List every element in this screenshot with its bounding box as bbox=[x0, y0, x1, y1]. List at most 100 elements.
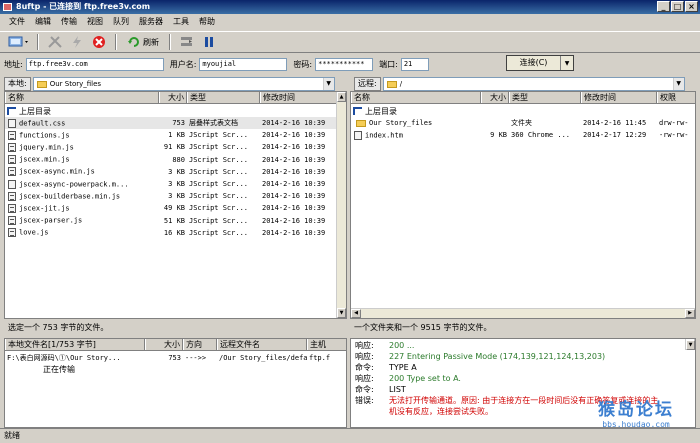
col-type[interactable]: 类型 bbox=[509, 92, 581, 103]
remote-path-label: 远程: bbox=[354, 77, 381, 91]
minimize-button[interactable]: _ bbox=[657, 1, 670, 12]
menu-file[interactable]: 文件 bbox=[4, 14, 30, 30]
file-name-cell: jquery.min.js bbox=[5, 142, 159, 152]
col-perm[interactable]: 权限 bbox=[657, 92, 695, 103]
local-path-label: 本地: bbox=[4, 77, 31, 91]
parent-dir-row[interactable]: 上层目录 bbox=[5, 105, 337, 117]
chevron-down-icon[interactable]: ▼ bbox=[322, 78, 334, 90]
menu-help[interactable]: 帮助 bbox=[194, 14, 220, 30]
col-name[interactable]: 名称 bbox=[5, 92, 159, 103]
file-type: JScript Scr... bbox=[189, 180, 249, 188]
disconnect-icon bbox=[48, 36, 62, 48]
file-date: 2014-2-16 10:39 bbox=[262, 204, 326, 213]
queue-col-host[interactable]: 主机 bbox=[307, 339, 346, 350]
file-name-cell: jscex-jit.js bbox=[5, 203, 159, 213]
remote-path-bar: 远程: / ▼ bbox=[354, 76, 696, 92]
file-date: 2014-2-16 10:39 bbox=[262, 216, 326, 225]
col-type[interactable]: 类型 bbox=[187, 92, 260, 103]
table-row[interactable]: default.css 753 层叠样式表文档 2014-2-16 10:39 bbox=[5, 117, 337, 129]
menu-edit[interactable]: 编辑 bbox=[30, 14, 56, 30]
local-file-list[interactable]: 名称 大小 类型 修改时间 上层目录 default.css 753 层叠样式表文档… bbox=[4, 91, 347, 319]
parent-dir-row[interactable]: 上层目录 bbox=[351, 105, 695, 117]
col-date[interactable]: 修改时间 bbox=[260, 92, 337, 103]
scroll-down-icon[interactable]: ▼ bbox=[337, 308, 346, 318]
local-vertical-scrollbar[interactable]: ▲ ▼ bbox=[336, 92, 346, 318]
col-size[interactable]: 大小 bbox=[481, 92, 509, 103]
file-name: jscex-async.min.js bbox=[19, 167, 95, 176]
scroll-left-icon[interactable]: ◀ bbox=[351, 309, 361, 318]
file-size: 880 bbox=[172, 155, 185, 164]
address-label: 地址: bbox=[4, 59, 23, 69]
file-name-cell: jscex-async-powerpack.m... bbox=[5, 179, 159, 189]
log-kind: 命令: bbox=[355, 385, 374, 394]
queue-item-state: 正在传输 bbox=[43, 364, 75, 374]
file-icon bbox=[8, 228, 16, 238]
file-name-cell: love.js bbox=[5, 228, 159, 238]
file-type: 文件夹 bbox=[511, 119, 532, 127]
menu-queue[interactable]: 队列 bbox=[108, 14, 134, 30]
table-row[interactable]: jscex-async.min.js 3 KB JScript Scr... 2014… bbox=[5, 166, 337, 178]
menu-tools[interactable]: 工具 bbox=[168, 14, 194, 30]
queue-col-size[interactable]: 大小 bbox=[145, 339, 183, 350]
disconnect-button[interactable] bbox=[46, 33, 64, 51]
file-date: 2014-2-16 10:39 bbox=[262, 192, 326, 201]
log-line: 响应: 227 Entering Passive Mode (174,139,12… bbox=[353, 351, 695, 362]
scroll-up-icon[interactable]: ▲ bbox=[337, 92, 346, 102]
table-row[interactable]: index.htm 9 KB 360 Chrome ... 2014-2-17 12:… bbox=[351, 129, 695, 141]
transfer-mode-button[interactable] bbox=[178, 33, 196, 51]
table-row[interactable]: Our Story_files 文件夹 2014-2-16 11:45 drw-rw- bbox=[351, 117, 695, 129]
col-size[interactable]: 大小 bbox=[159, 92, 187, 103]
table-row[interactable]: jscex-jit.js 49 KB JScript Scr... 2014-2-16… bbox=[5, 202, 337, 214]
transfer-queue[interactable]: 本地文件名[1/753 字节] 大小 方向 远程文件名 主机 F:\表白网源码\… bbox=[4, 338, 347, 428]
menu-server[interactable]: 服务器 bbox=[134, 14, 168, 30]
file-icon bbox=[8, 118, 16, 128]
connect-button[interactable]: 连接(C) ▼ bbox=[506, 55, 574, 71]
log-kind: 响应: bbox=[355, 374, 374, 383]
window-title: 8uftp - 已连接到 ftp.free3v.com bbox=[16, 2, 151, 11]
file-date: 2014-2-16 11:45 bbox=[583, 119, 647, 127]
menu-transfer[interactable]: 传输 bbox=[56, 14, 82, 30]
password-input[interactable]: *********** bbox=[315, 57, 374, 71]
col-date[interactable]: 修改时间 bbox=[581, 92, 657, 103]
scroll-right-icon[interactable]: ▶ bbox=[685, 309, 695, 318]
local-path-combo[interactable]: Our Story_files ▼ bbox=[32, 77, 335, 91]
chevron-down-icon[interactable]: ▼ bbox=[672, 78, 684, 90]
table-row[interactable]: jscex-parser.js 51 KB JScript Scr... 2014-2… bbox=[5, 215, 337, 227]
scroll-down-icon[interactable]: ▼ bbox=[686, 340, 695, 350]
up-arrow-icon bbox=[353, 107, 362, 115]
menu-view[interactable]: 视图 bbox=[82, 14, 108, 30]
file-name: index.htm bbox=[365, 131, 403, 140]
quick-connect-button[interactable] bbox=[68, 33, 86, 51]
address-input[interactable]: ftp.free3v.com bbox=[25, 57, 164, 71]
table-row[interactable]: love.js 16 KB JScript Scr... 2014-2-16 10:3… bbox=[5, 227, 337, 239]
stop-button[interactable] bbox=[90, 33, 108, 51]
remote-horizontal-scrollbar[interactable]: ◀ ▶ bbox=[351, 308, 695, 318]
file-type: JScript Scr... bbox=[189, 167, 249, 176]
queue-col-local[interactable]: 本地文件名[1/753 字节] bbox=[5, 339, 145, 350]
pause-button[interactable] bbox=[200, 33, 218, 51]
log-vertical-scrollbar[interactable]: ▲▼ bbox=[685, 339, 695, 350]
table-row[interactable]: jscex-async-powerpack.m... 3 KB JScript Sc… bbox=[5, 178, 337, 190]
maximize-button[interactable]: □ bbox=[671, 1, 684, 12]
file-name-cell: default.css bbox=[5, 118, 159, 128]
close-button[interactable]: × bbox=[685, 1, 698, 12]
log-message: 机没有反应，连接尝试失败。 bbox=[389, 407, 493, 416]
log-line: 响应: 200 Type set to A. bbox=[353, 373, 695, 384]
username-input[interactable]: myoujial bbox=[199, 57, 288, 71]
port-input[interactable]: 21 bbox=[400, 57, 429, 71]
table-row[interactable]: jscex-builderbase.min.js 3 KB JScript Scr.… bbox=[5, 190, 337, 202]
file-name: jscex-jit.js bbox=[19, 204, 70, 213]
chevron-down-icon[interactable]: ▼ bbox=[561, 60, 573, 67]
queue-col-remote[interactable]: 远程文件名 bbox=[217, 339, 307, 350]
table-row[interactable]: functions.js 1 KB JScript Scr... 2014-2-16 … bbox=[5, 129, 337, 141]
table-row[interactable]: jquery.min.js 91 KB JScript Scr... 2014-2-1… bbox=[5, 141, 337, 153]
remote-path-combo[interactable]: / ▼ bbox=[382, 77, 685, 91]
queue-col-dir[interactable]: 方向 bbox=[183, 339, 217, 350]
refresh-button[interactable]: 刷新 bbox=[124, 33, 162, 51]
col-name[interactable]: 名称 bbox=[351, 92, 481, 103]
site-manager-button[interactable] bbox=[8, 33, 30, 51]
file-type: JScript Scr... bbox=[189, 155, 249, 164]
table-row[interactable]: jscex.min.js 880 JScript Scr... 2014-2-16 1… bbox=[5, 154, 337, 166]
remote-file-list[interactable]: 名称 大小 类型 修改时间 权限 上层目录 Our Story_files 文件夹… bbox=[350, 91, 696, 319]
file-size: 9 KB bbox=[490, 131, 507, 140]
